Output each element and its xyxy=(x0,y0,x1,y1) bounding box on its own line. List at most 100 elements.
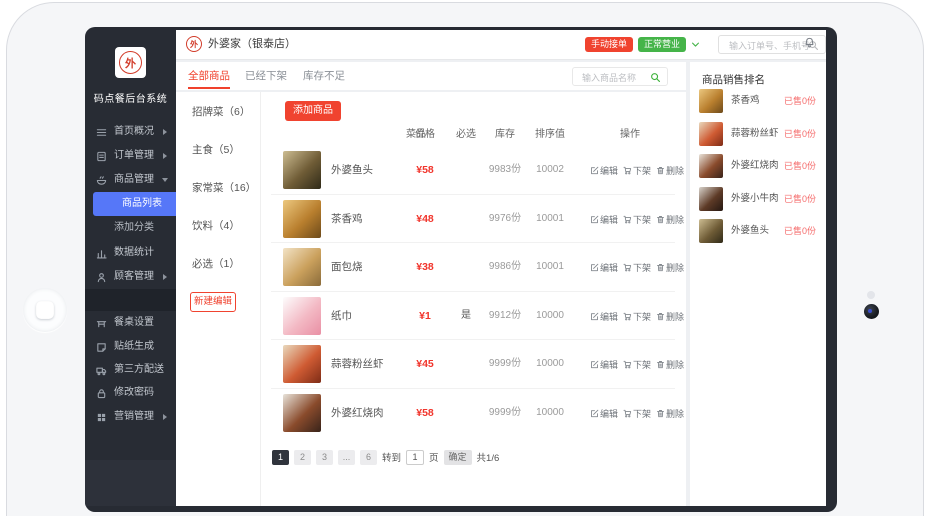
dish-name: 面包烧 xyxy=(331,243,363,291)
device-home-button[interactable] xyxy=(23,288,67,332)
col-price: 价格 xyxy=(400,125,450,145)
delete-button[interactable]: 删除 xyxy=(656,358,684,371)
ranking-item: 茶香鸡 已售0份 xyxy=(690,89,826,115)
delete-button[interactable]: 删除 xyxy=(656,407,684,420)
ranking-item: 外婆小牛肉 已售0份 xyxy=(690,187,826,213)
page-button-3[interactable]: 3 xyxy=(316,450,333,465)
edit-button[interactable]: 编辑 xyxy=(590,213,618,226)
page-button-1[interactable]: 1 xyxy=(272,450,289,465)
sidebar-item-customers[interactable]: 顾客管理 xyxy=(85,265,176,289)
tab-off-shelf[interactable]: 已经下架 xyxy=(245,62,287,90)
edit-button[interactable]: 编辑 xyxy=(590,261,618,274)
sidebar-item-label: 商品列表 xyxy=(122,192,162,216)
edit-button[interactable]: 编辑 xyxy=(590,358,618,371)
trash-icon xyxy=(656,360,665,369)
tab-low-stock[interactable]: 库存不足 xyxy=(303,62,345,90)
row-actions: 编辑 下架 删除 xyxy=(590,195,684,243)
goods-tabs-bar: 全部商品 已经下架 库存不足 xyxy=(176,62,686,90)
sidebar-item-goods-list[interactable]: 商品列表 xyxy=(93,192,176,216)
chevron-right-icon xyxy=(163,129,167,135)
category-list: 招牌菜（6） 主食（5） 家常菜（16） 饮料（4） 必选（1） 新建编辑 xyxy=(176,92,261,506)
trash-icon xyxy=(656,263,665,272)
sidebar-item-tables[interactable]: 餐桌设置 xyxy=(85,311,176,335)
order-search-input[interactable] xyxy=(727,37,811,54)
delete-button[interactable]: 删除 xyxy=(656,310,684,323)
delete-button[interactable]: 删除 xyxy=(656,213,684,226)
camera-dot xyxy=(864,304,879,319)
sidebar-item-delivery[interactable]: 第三方配送 xyxy=(85,358,176,382)
page-button-6[interactable]: 6 xyxy=(360,450,377,465)
off-shelf-button[interactable]: 下架 xyxy=(623,261,651,274)
sidebar-item-goods[interactable]: 商品管理 xyxy=(85,168,176,192)
device-screen: 外 码点餐后台系统 首页概况 订单管理 商品管理 xyxy=(85,27,837,512)
sidebar-item-orders[interactable]: 订单管理 xyxy=(85,144,176,168)
new-edit-button[interactable]: 新建编辑 xyxy=(190,292,236,312)
dish-sort: 10001 xyxy=(525,195,575,243)
off-shelf-button[interactable]: 下架 xyxy=(623,358,651,371)
delivery-icon xyxy=(96,365,107,376)
sidebar-item-label: 餐桌设置 xyxy=(114,311,154,335)
sidebar-item-sticker[interactable]: 贴纸生成 xyxy=(85,335,176,359)
page-button-2[interactable]: 2 xyxy=(294,450,311,465)
tablet-mockup: 外 码点餐后台系统 首页概况 订单管理 商品管理 xyxy=(0,0,925,516)
dish-photo xyxy=(699,122,723,146)
edit-label: 编辑 xyxy=(600,407,618,420)
goods-search-input[interactable] xyxy=(580,69,652,86)
page-total-label: 共1/6 xyxy=(477,450,500,464)
off-shelf-button[interactable]: 下架 xyxy=(623,407,651,420)
ranking-dish-name: 外婆小牛肉 xyxy=(731,187,779,211)
dish-photo xyxy=(699,89,723,113)
category-homestyle[interactable]: 家常菜（16） xyxy=(192,180,256,196)
category-staple[interactable]: 主食（5） xyxy=(192,142,240,158)
confirm-button[interactable]: 确定 xyxy=(444,450,472,465)
sidebar-item-statistics[interactable]: 数据统计 xyxy=(85,241,176,265)
edit-button[interactable]: 编辑 xyxy=(590,310,618,323)
category-required[interactable]: 必选（1） xyxy=(192,256,240,272)
sidebar-item-add-category[interactable]: 添加分类 xyxy=(85,216,176,240)
off-shelf-button[interactable]: 下架 xyxy=(623,164,651,177)
col-sort: 排序值 xyxy=(525,125,575,145)
goto-page-input[interactable] xyxy=(406,450,424,465)
manual-order-button[interactable]: 手动接单 xyxy=(585,37,633,52)
sidebar-item-label: 商品管理 xyxy=(114,168,154,192)
delete-button[interactable]: 删除 xyxy=(656,261,684,274)
edit-button[interactable]: 编辑 xyxy=(590,407,618,420)
sidebar-item-marketing[interactable]: 营销管理 xyxy=(85,405,176,429)
search-icon[interactable] xyxy=(650,72,661,83)
dish-stock: 9999份 xyxy=(480,389,530,437)
add-goods-button[interactable]: 添加商品 xyxy=(285,101,341,121)
delete-label: 删除 xyxy=(666,164,684,177)
off-shelf-button[interactable]: 下架 xyxy=(623,310,651,323)
delete-label: 删除 xyxy=(666,407,684,420)
lock-icon xyxy=(96,388,107,399)
edit-button[interactable]: 编辑 xyxy=(590,164,618,177)
home-button-square xyxy=(36,301,54,319)
dish-photo xyxy=(283,248,321,286)
table-row: 蒜蓉粉丝虾 ¥45 9999份 10000 编辑 下架 删除 xyxy=(260,340,686,388)
category-drinks[interactable]: 饮料（4） xyxy=(192,218,240,234)
business-status-button[interactable]: 正常营业 xyxy=(638,37,686,52)
tab-all-goods[interactable]: 全部商品 xyxy=(188,62,230,90)
dish-name: 外婆鱼头 xyxy=(331,146,373,194)
delete-button[interactable]: 删除 xyxy=(656,164,684,177)
sidebar-item-label: 第三方配送 xyxy=(114,358,164,382)
off-shelf-button[interactable]: 下架 xyxy=(623,213,651,226)
table-header: 菜品 价格 必选 库存 排序值 操作 xyxy=(260,125,686,145)
cart-icon xyxy=(623,312,632,321)
status-chevron-down-icon[interactable] xyxy=(690,39,701,50)
trash-icon xyxy=(656,409,665,418)
chevron-right-icon xyxy=(163,414,167,420)
sidebar-item-password[interactable]: 修改密码 xyxy=(85,381,176,405)
page-button-ellipsis[interactable]: ... xyxy=(338,450,355,465)
category-signature[interactable]: 招牌菜（6） xyxy=(192,104,250,120)
sidebar-item-home[interactable]: 首页概况 xyxy=(85,120,176,144)
ranking-dish-name: 茶香鸡 xyxy=(731,89,760,113)
edit-label: 编辑 xyxy=(600,164,618,177)
bell-icon[interactable] xyxy=(804,37,815,48)
dish-sort: 10000 xyxy=(525,340,575,388)
brand-logo-icon: 外 xyxy=(119,51,142,74)
chevron-right-icon xyxy=(163,274,167,280)
sidebar: 外 码点餐后台系统 首页概况 订单管理 商品管理 xyxy=(85,30,176,506)
app-window: 外 码点餐后台系统 首页概况 订单管理 商品管理 xyxy=(85,30,826,506)
sidebar-item-label: 修改密码 xyxy=(114,381,154,405)
